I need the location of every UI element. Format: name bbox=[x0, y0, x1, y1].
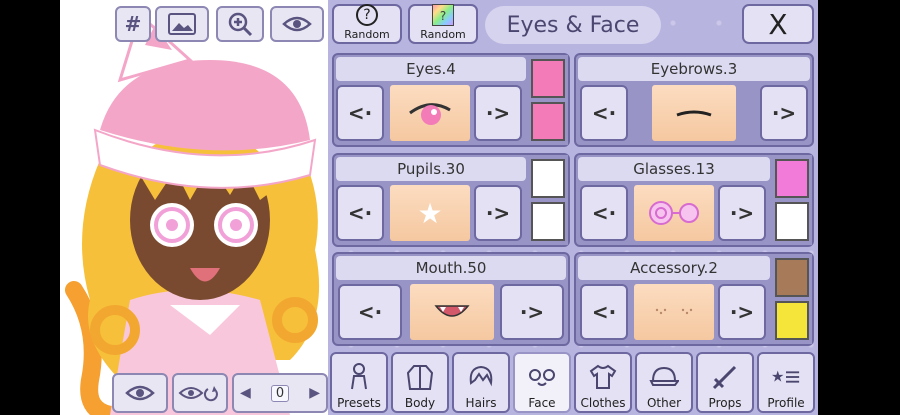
layer-selector[interactable]: ◀ 0 ▶ bbox=[232, 373, 328, 413]
chevron-left-icon[interactable]: ◀ bbox=[240, 385, 251, 401]
tab-body[interactable]: Body bbox=[391, 352, 449, 413]
glasses-next-button[interactable]: ·> bbox=[718, 185, 766, 241]
accessory-color-1[interactable] bbox=[775, 258, 809, 297]
jacket-icon bbox=[405, 362, 435, 392]
image-icon bbox=[168, 13, 196, 35]
eyebrows-title: Eyebrows.3 bbox=[578, 57, 810, 81]
pupils-next-button[interactable]: ·> bbox=[474, 185, 522, 241]
accessory-title: Accessory.2 bbox=[578, 256, 770, 280]
random-color-button[interactable]: ? Random bbox=[408, 4, 478, 44]
question-icon: ? bbox=[356, 4, 378, 26]
tab-props[interactable]: Props bbox=[696, 352, 754, 413]
mouth-shape-icon bbox=[434, 305, 470, 317]
tab-hairs[interactable]: Hairs bbox=[452, 352, 510, 413]
hash-button[interactable]: # bbox=[115, 6, 151, 42]
eye-reset-icon bbox=[178, 386, 218, 402]
pupils-color-2[interactable] bbox=[531, 202, 565, 241]
character-preview[interactable]: # ◀ 0 ▶ bbox=[60, 0, 328, 415]
background-image-button[interactable] bbox=[155, 6, 209, 42]
mouth-prev-button[interactable]: <· bbox=[338, 284, 402, 340]
rainbow-icon: ? bbox=[432, 4, 454, 26]
tab-other[interactable]: Other bbox=[635, 352, 693, 413]
eyes-color-2[interactable] bbox=[531, 102, 565, 141]
character-illustration bbox=[65, 12, 320, 415]
eyes-title: Eyes.4 bbox=[336, 57, 526, 81]
mouth-card: Mouth.50 <· ·> bbox=[332, 252, 570, 346]
cap-icon bbox=[649, 362, 679, 392]
person-icon bbox=[344, 362, 374, 392]
eyebrows-card: Eyebrows.3 <· ·> bbox=[574, 53, 814, 147]
eyes-face-panel: ? Random ? Random Eyes & Face X Eyes.4 <… bbox=[328, 0, 818, 415]
accessory-color-2[interactable] bbox=[775, 301, 809, 340]
pupils-color-1[interactable] bbox=[531, 159, 565, 198]
svg-text:★: ★ bbox=[771, 368, 784, 386]
accessory-preview[interactable] bbox=[634, 284, 714, 340]
accessory-card: Accessory.2 <· ·> bbox=[574, 252, 814, 346]
profile-icon: ★ bbox=[771, 362, 801, 392]
sword-icon bbox=[710, 362, 740, 392]
freckles-icon bbox=[655, 308, 693, 315]
pupils-prev-button[interactable]: <· bbox=[336, 185, 384, 241]
toggle-view-button[interactable] bbox=[270, 6, 324, 42]
mouth-preview[interactable] bbox=[410, 284, 494, 340]
tab-presets[interactable]: Presets bbox=[330, 352, 388, 413]
tab-clothes[interactable]: Clothes bbox=[574, 352, 632, 413]
zoom-button[interactable] bbox=[216, 6, 264, 42]
shirt-icon bbox=[588, 362, 618, 392]
glasses-color-2[interactable] bbox=[775, 202, 809, 241]
mouth-next-button[interactable]: ·> bbox=[500, 284, 564, 340]
chevron-right-icon[interactable]: ▶ bbox=[309, 385, 320, 401]
glasses-prev-button[interactable]: <· bbox=[580, 185, 628, 241]
star-icon: ★ bbox=[417, 196, 443, 230]
eyes-card: Eyes.4 <· ·> bbox=[332, 53, 570, 147]
left-letterbox bbox=[0, 0, 60, 415]
mouth-title: Mouth.50 bbox=[336, 256, 566, 280]
tab-profile[interactable]: ★ Profile bbox=[757, 352, 815, 413]
accessory-prev-button[interactable]: <· bbox=[580, 284, 628, 340]
panel-title: Eyes & Face bbox=[485, 6, 661, 44]
random-button[interactable]: ? Random bbox=[332, 4, 402, 44]
pupils-preview[interactable]: ★ bbox=[390, 185, 470, 241]
accessory-next-button[interactable]: ·> bbox=[718, 284, 766, 340]
layer-value: 0 bbox=[270, 384, 290, 402]
glasses-color-1[interactable] bbox=[775, 159, 809, 198]
eyes-color-1[interactable] bbox=[531, 59, 565, 98]
eye-shape-icon bbox=[409, 103, 451, 125]
zoom-in-icon bbox=[228, 12, 253, 37]
eyes-preview[interactable] bbox=[390, 85, 470, 141]
eyebrows-prev-button[interactable]: <· bbox=[580, 85, 628, 141]
category-tab-bar: Presets Body Hairs Face Clothes Other Pr… bbox=[328, 350, 818, 415]
eyebrow-shape-icon bbox=[676, 110, 712, 117]
eyes-prev-button[interactable]: <· bbox=[336, 85, 384, 141]
eye-icon bbox=[282, 16, 312, 32]
glasses-preview[interactable] bbox=[634, 185, 714, 241]
spiral-glasses-icon bbox=[649, 201, 699, 225]
tab-face[interactable]: Face bbox=[513, 352, 571, 413]
preview-eye-button[interactable] bbox=[112, 373, 168, 413]
reset-eyes-button[interactable] bbox=[172, 373, 228, 413]
pupils-title: Pupils.30 bbox=[336, 157, 526, 181]
eyes-next-button[interactable]: ·> bbox=[474, 85, 522, 141]
eyebrows-preview[interactable] bbox=[652, 85, 736, 141]
glasses-card: Glasses.13 <· ·> bbox=[574, 153, 814, 247]
eye-icon bbox=[125, 385, 155, 401]
face-icon bbox=[527, 362, 557, 392]
glasses-title: Glasses.13 bbox=[578, 157, 770, 181]
eyebrows-next-button[interactable]: ·> bbox=[760, 85, 808, 141]
pupils-card: Pupils.30 <· ★ ·> bbox=[332, 153, 570, 247]
hair-icon bbox=[466, 362, 496, 392]
right-letterbox bbox=[840, 0, 900, 415]
close-button[interactable]: X bbox=[742, 4, 814, 44]
